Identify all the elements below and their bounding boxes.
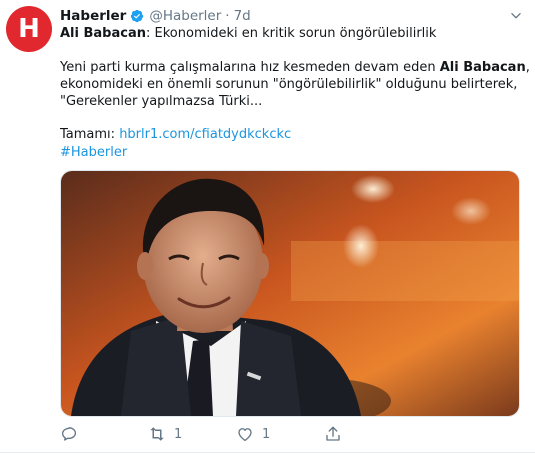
- hashtag-line: #Haberler: [60, 145, 127, 162]
- display-name[interactable]: Haberler: [60, 8, 126, 24]
- headline-rest: : Ekonomideki en kritik sorun öngörülebi…: [146, 26, 437, 41]
- tweet-header: Haberler @Haberler · 7d: [60, 7, 251, 25]
- chevron-down-icon[interactable]: [509, 9, 523, 23]
- more-line: Tamamı: hbrlr1.com/cfiatdydkckckc: [60, 127, 291, 144]
- reply-icon: [61, 427, 77, 441]
- tweet-actions: 1 1: [60, 425, 360, 447]
- divider: [0, 452, 535, 453]
- retweet-icon: [150, 427, 164, 441]
- reply-button[interactable]: [60, 425, 86, 443]
- tweet-headline: Ali Babacan: Ekonomideki en kritik sorun…: [60, 26, 436, 43]
- tweet-text-line-3: "Gerekenler yapılmazsa Türki...: [60, 94, 263, 109]
- photo-illustration: [61, 171, 519, 416]
- timestamp[interactable]: 7d: [234, 8, 251, 24]
- retweet-button[interactable]: 1: [148, 425, 182, 443]
- verified-badge-icon: [131, 9, 144, 23]
- separator-dot: ·: [225, 8, 230, 24]
- tweet-text-line-2: ekonomideki en önemli sorunun "öngörüleb…: [60, 77, 518, 92]
- text-p1b: ,: [525, 60, 530, 75]
- text-p1-bold: Ali Babacan: [439, 60, 526, 75]
- avatar[interactable]: H: [6, 6, 52, 52]
- share-icon: [326, 426, 340, 441]
- share-button[interactable]: [324, 425, 350, 443]
- retweet-count: 1: [174, 426, 183, 442]
- heart-icon: [238, 428, 252, 442]
- tweet-card[interactable]: H Haberler @Haberler · 7d Ali Babacan: E…: [0, 0, 535, 455]
- text-p1a: Yeni parti kurma çalışmalarına hız kesme…: [60, 60, 440, 75]
- headline-bold: Ali Babacan: [60, 26, 146, 41]
- like-button[interactable]: 1: [236, 425, 270, 443]
- like-count: 1: [262, 426, 271, 442]
- tweet-text-line-1: Yeni parti kurma çalışmalarına hız kesme…: [60, 60, 530, 77]
- avatar-logo-letter: H: [18, 14, 40, 44]
- hashtag-link[interactable]: #Haberler: [60, 145, 127, 160]
- more-link[interactable]: hbrlr1.com/cfiatdydkckckc: [119, 127, 291, 142]
- more-label: Tamamı:: [60, 127, 120, 142]
- tweet-photo[interactable]: [60, 170, 520, 417]
- handle[interactable]: @Haberler: [149, 8, 221, 24]
